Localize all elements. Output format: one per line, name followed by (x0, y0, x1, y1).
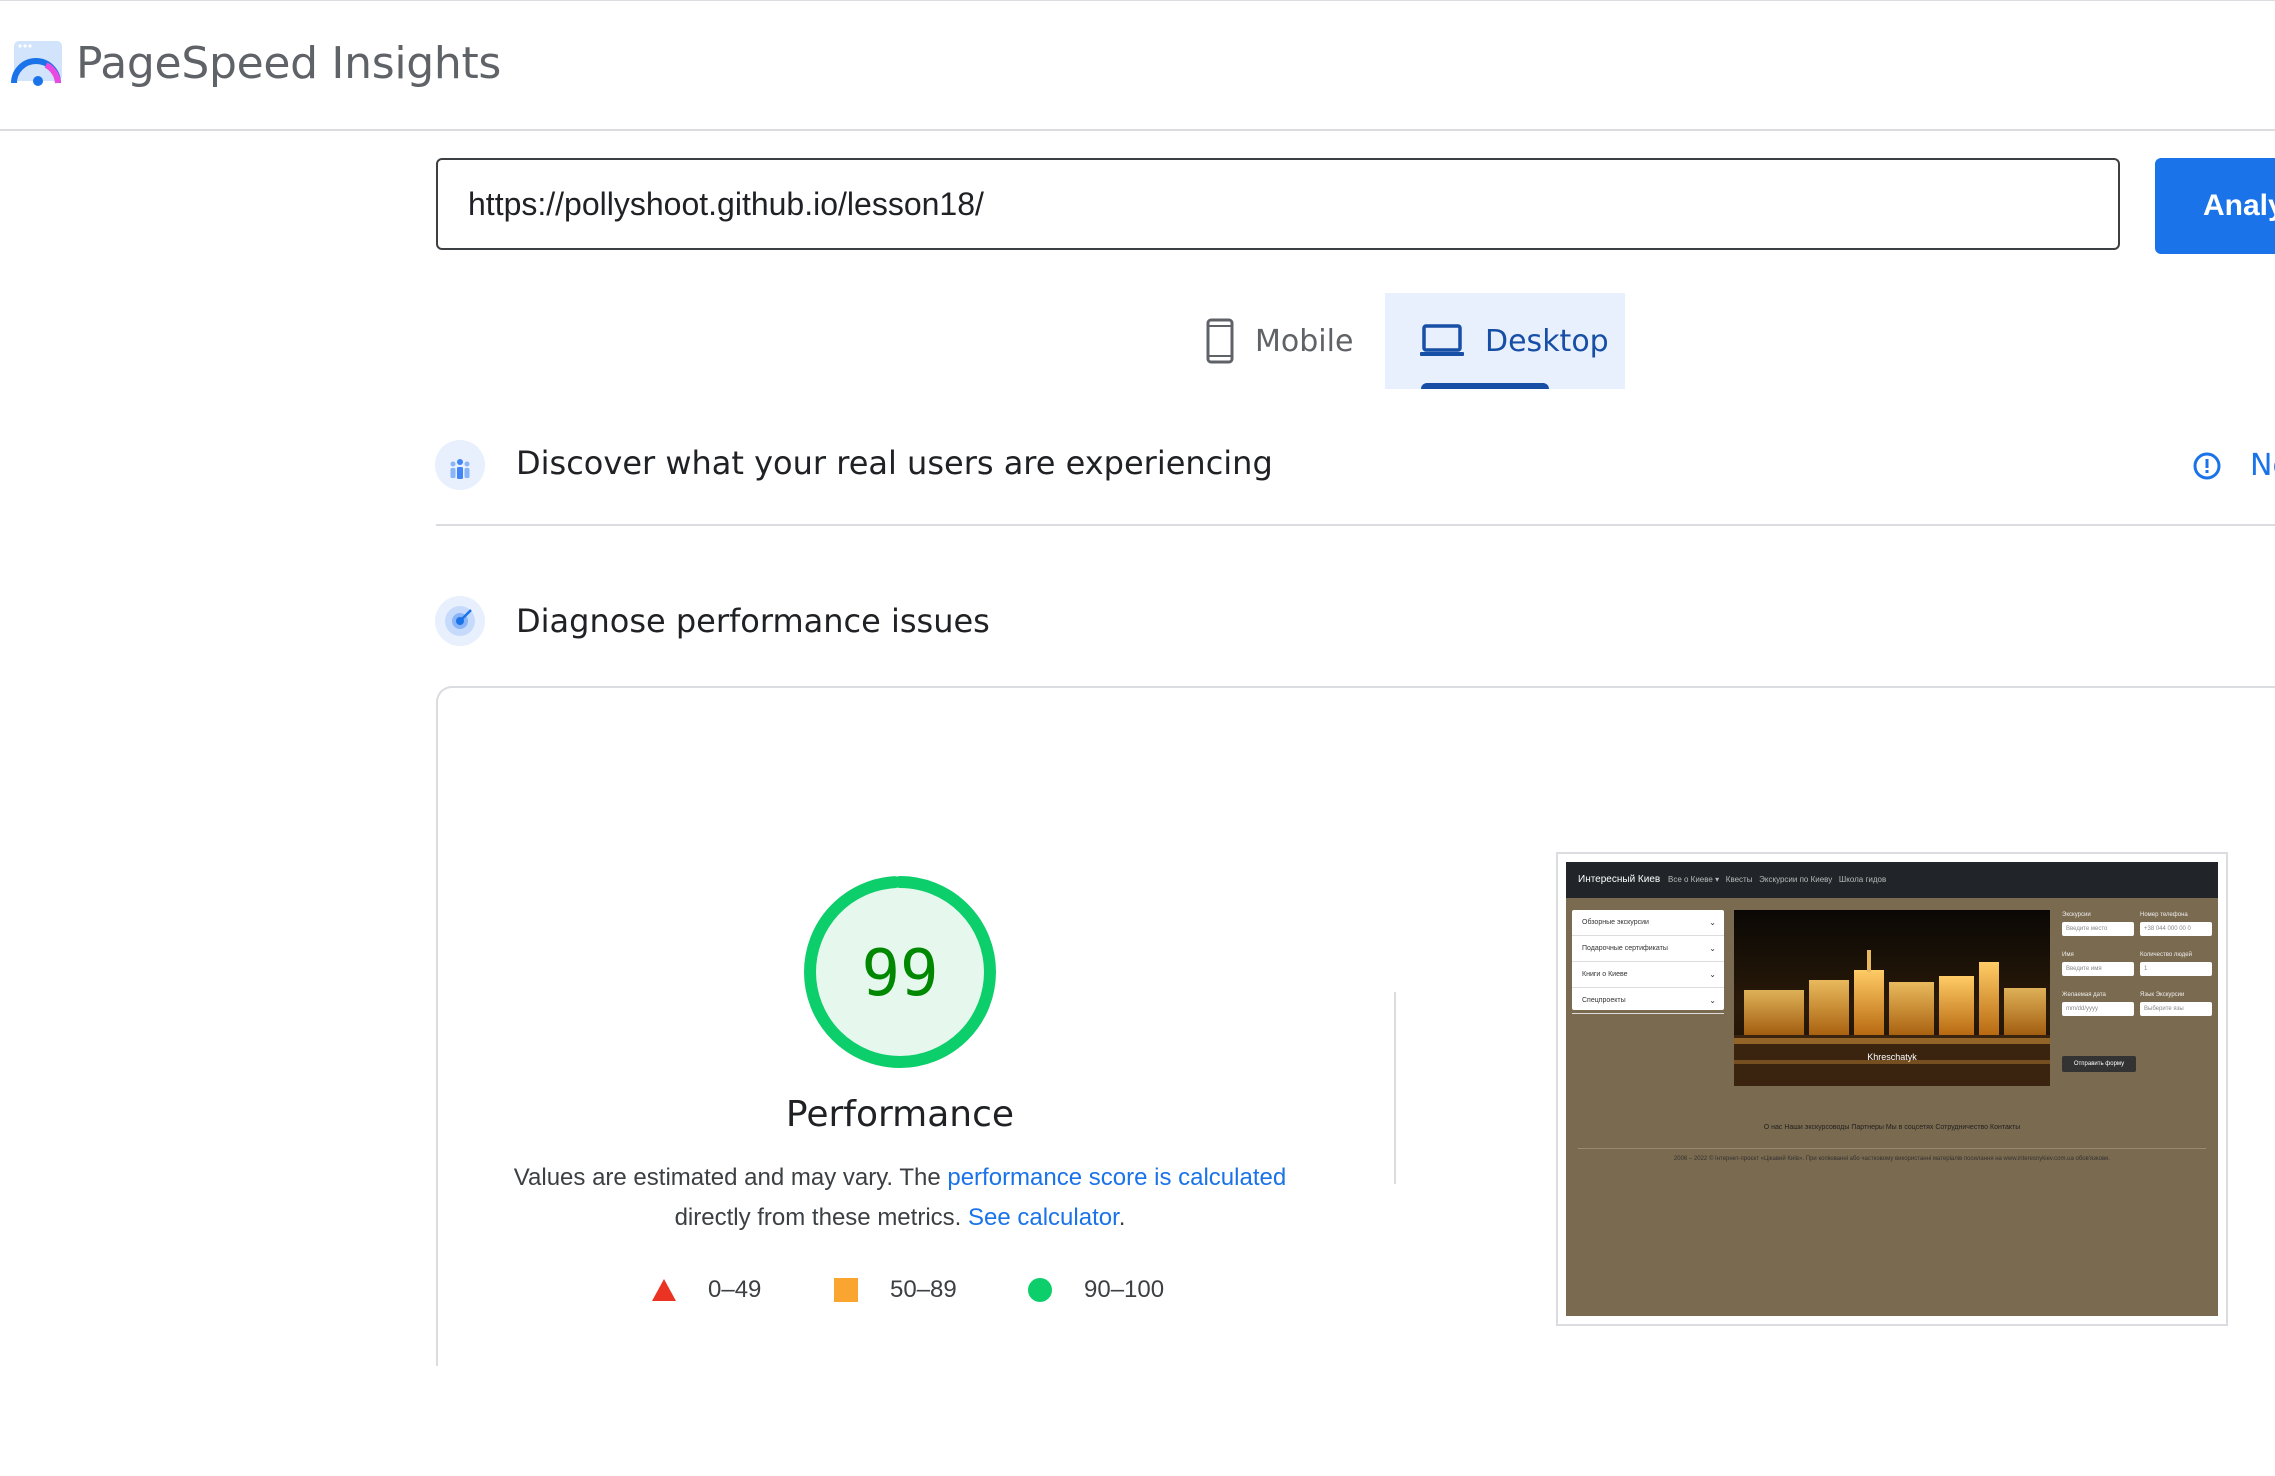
form-input: Введите место (2062, 922, 2134, 936)
legend-average-range: 50–89 (890, 1276, 957, 1303)
accordion-item-label: Подарочные сертификаты (1582, 945, 1668, 952)
screenshot-nav-link: Квесты (1725, 875, 1753, 884)
active-tab-indicator (1421, 383, 1549, 389)
analyze-button[interactable]: Analy (2155, 158, 2275, 254)
screenshot-footer-links: О нас Наши экскурсоводы Партнеры Мы в со… (1763, 1124, 2021, 1131)
laptop-icon (1420, 324, 1464, 356)
screenshot-accordion-item: Книги о Киеве ⌄ (1572, 962, 1724, 988)
form-submit-button: Отправить форму (2062, 1056, 2136, 1072)
chevron-down-icon: ⌄ (1709, 918, 1716, 927)
users-chart-icon (435, 440, 485, 490)
screenshot-photo-caption: Khreschatyk (1867, 1052, 1917, 1062)
lab-data-title: Diagnose performance issues (516, 602, 990, 640)
screenshot-navbar: Интересный Киев Все о Киеве ▾ Квесты Экс… (1566, 862, 2218, 898)
final-screenshot[interactable]: Интересный Киев Все о Киеве ▾ Квесты Экс… (1556, 852, 2228, 1326)
form-input: mm/dd/yyyy (2062, 1002, 2134, 1016)
app-header: PageSpeed Insights (0, 1, 2275, 131)
smartphone-icon (1206, 318, 1234, 364)
desc-suffix: . (1118, 1204, 1126, 1231)
legend-fail-range: 0–49 (708, 1276, 762, 1303)
field-data-status[interactable]: No (2250, 448, 2275, 483)
screenshot-viewport: Интересный Киев Все о Киеве ▾ Квесты Экс… (1566, 862, 2218, 1316)
app-title[interactable]: PageSpeed Insights (76, 37, 501, 91)
tab-desktop-label: Desktop (1485, 323, 1609, 359)
form-label: Язык Экскурсии (2140, 992, 2185, 998)
screenshot-accordion-item: Спецпроекты ⌄ (1572, 988, 1724, 1014)
form-input: +38 044 000 00 0 (2140, 922, 2212, 936)
green-circle-icon (1028, 1278, 1052, 1302)
vertical-divider (1394, 992, 1396, 1184)
screenshot-accordion-item: Подарочные сертификаты ⌄ (1572, 936, 1724, 962)
url-field[interactable] (436, 158, 2120, 250)
section-divider (436, 524, 2275, 526)
form-label: Желаемая дата (2062, 992, 2106, 998)
form-label: Экскурсии (2062, 912, 2091, 918)
form-input: 1 (2140, 962, 2212, 976)
screenshot-accordion-item: Обзорные экскурсии ⌄ (1572, 910, 1724, 936)
form-label: Количество людей (2140, 952, 2192, 958)
performance-label: Performance (785, 1094, 1015, 1135)
orange-square-icon (834, 1278, 858, 1302)
screenshot-copyright: 2006 – 2022 © Інтернет-проєкт «Цікавий К… (1673, 1156, 2111, 1162)
legend-average: 50–89 (832, 1276, 957, 1304)
see-calculator-link[interactable]: See calculator (968, 1204, 1119, 1231)
screenshot-hero-photo: Khreschatyk (1734, 910, 2050, 1086)
screenshot-booking-form: Экскурсии Номер телефона Введите место +… (2060, 910, 2216, 1080)
performance-score-gauge[interactable]: 99 (800, 872, 1000, 1072)
screenshot-nav-link: Все о Киеве ▾ (1668, 875, 1720, 884)
pagespeed-logo-icon[interactable] (10, 37, 66, 93)
legend-fail: 0–49 (650, 1276, 761, 1304)
score-calculation-link[interactable]: performance score is calculated (947, 1164, 1286, 1191)
tab-desktop[interactable]: Desktop (1385, 293, 1625, 389)
form-input: Введите имя (2062, 962, 2134, 976)
screenshot-nav-link: Школа гидов (1838, 875, 1887, 884)
chevron-down-icon: ⌄ (1709, 970, 1716, 979)
performance-description: Values are estimated and may vary. The p… (470, 1158, 1330, 1238)
tab-mobile-label: Mobile (1255, 323, 1354, 359)
tab-mobile[interactable]: Mobile (1185, 293, 1385, 389)
screenshot-accordion: Обзорные экскурсии ⌄ Подарочные сертифика… (1572, 910, 1724, 1014)
accordion-item-label: Обзорные экскурсии (1582, 919, 1649, 926)
chevron-down-icon: ⌄ (1709, 996, 1716, 1005)
screenshot-brand: Интересный Киев (1578, 874, 1661, 885)
url-input[interactable] (468, 160, 2068, 248)
screenshot-nav-link: Экскурсии по Киеву (1759, 875, 1833, 884)
screenshot-footer-divider (1578, 1148, 2206, 1149)
accordion-item-label: Книги о Киеве (1582, 971, 1628, 978)
field-data-title: Discover what your real users are experi… (516, 444, 1273, 482)
form-label: Имя (2062, 952, 2074, 958)
desc-middle: directly from these metrics. (674, 1204, 962, 1231)
desc-prefix: Values are estimated and may vary. The (513, 1164, 941, 1191)
screenshot-nav-links: Все о Киеве ▾ Квесты Экскурсии по Киеву … (1668, 875, 1886, 884)
diagnose-target-icon (435, 596, 485, 646)
performance-score-value: 99 (861, 937, 938, 1011)
legend-pass-range: 90–100 (1084, 1276, 1165, 1303)
legend-pass: 90–100 (1026, 1276, 1164, 1304)
chevron-down-icon: ⌄ (1709, 944, 1716, 953)
info-icon[interactable] (2192, 451, 2222, 481)
form-label: Номер телефона (2140, 912, 2188, 918)
accordion-item-label: Спецпроекты (1582, 997, 1626, 1004)
red-triangle-icon (652, 1279, 676, 1301)
form-input: Выберите язы (2140, 1002, 2212, 1016)
